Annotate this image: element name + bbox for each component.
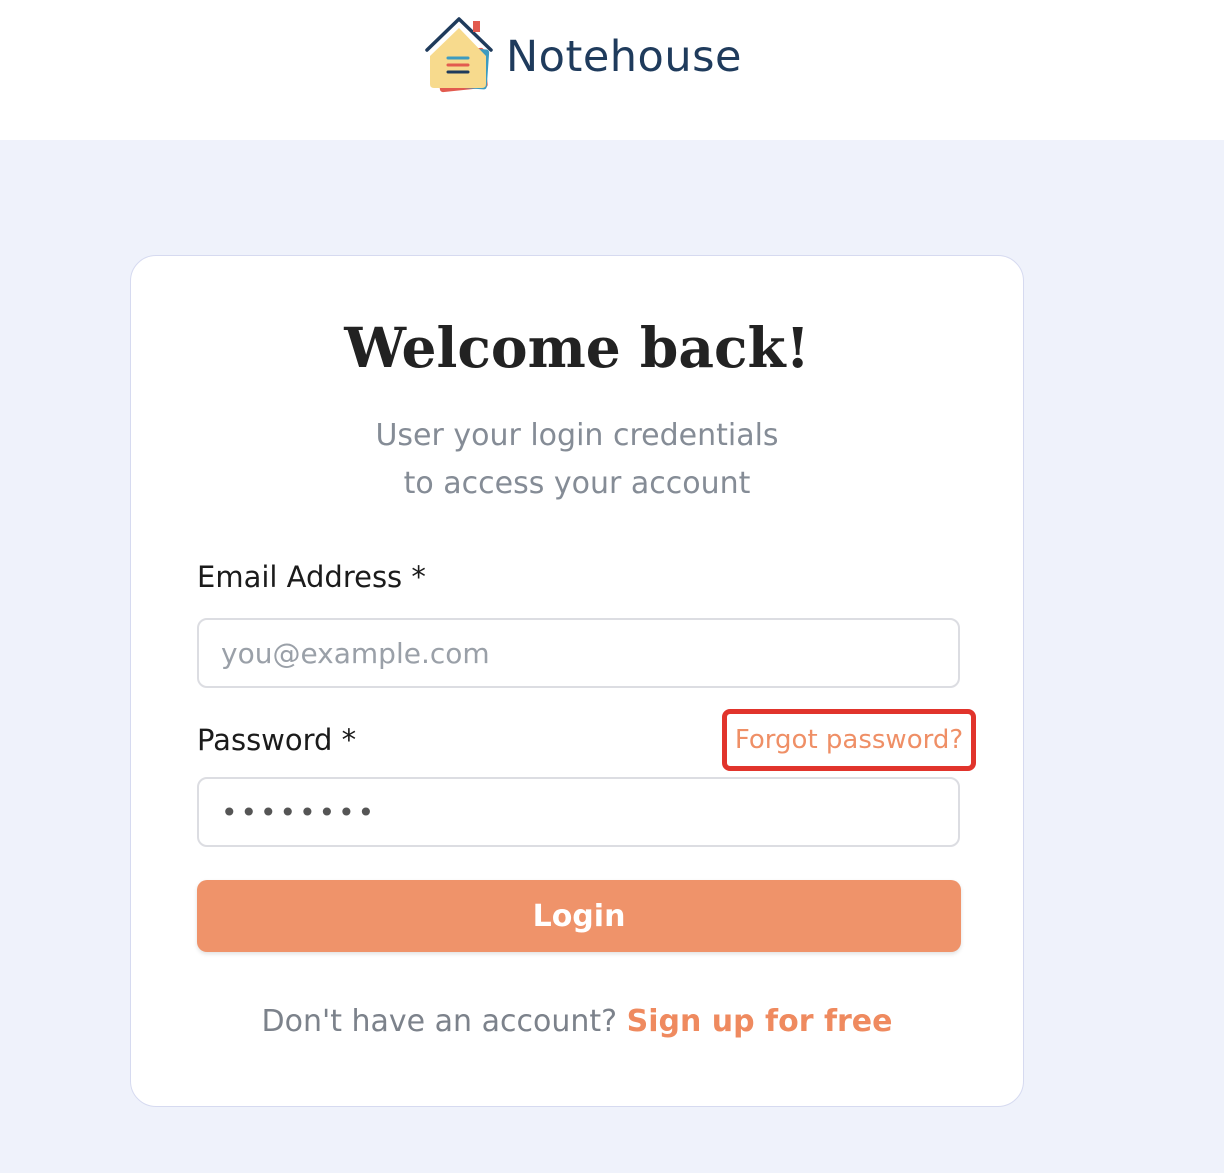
password-input[interactable] <box>197 777 960 847</box>
page-title: Welcome back! <box>344 315 810 380</box>
subtitle-line-1: User your login credentials <box>375 418 779 453</box>
signup-link[interactable]: Sign up for free <box>627 1004 893 1039</box>
email-input[interactable] <box>197 618 960 688</box>
forgot-password-link[interactable]: Forgot password? <box>722 709 976 771</box>
notehouse-logo-icon <box>424 12 494 98</box>
page-subtitle: User your login credentials to access yo… <box>131 412 1023 508</box>
brand-logo-link[interactable]: Notehouse <box>424 10 742 100</box>
subtitle-line-2: to access your account <box>403 466 751 501</box>
signup-prompt-line: Don't have an account? Sign up for free <box>131 1004 1023 1039</box>
email-label: Email Address * <box>197 560 426 594</box>
login-card: Welcome back! User your login credential… <box>130 255 1024 1107</box>
signup-prompt-text: Don't have an account? <box>261 1004 618 1039</box>
top-header: Notehouse <box>0 0 1224 140</box>
login-button[interactable]: Login <box>197 880 961 952</box>
password-label: Password * <box>197 723 357 757</box>
brand-name: Notehouse <box>506 31 742 82</box>
